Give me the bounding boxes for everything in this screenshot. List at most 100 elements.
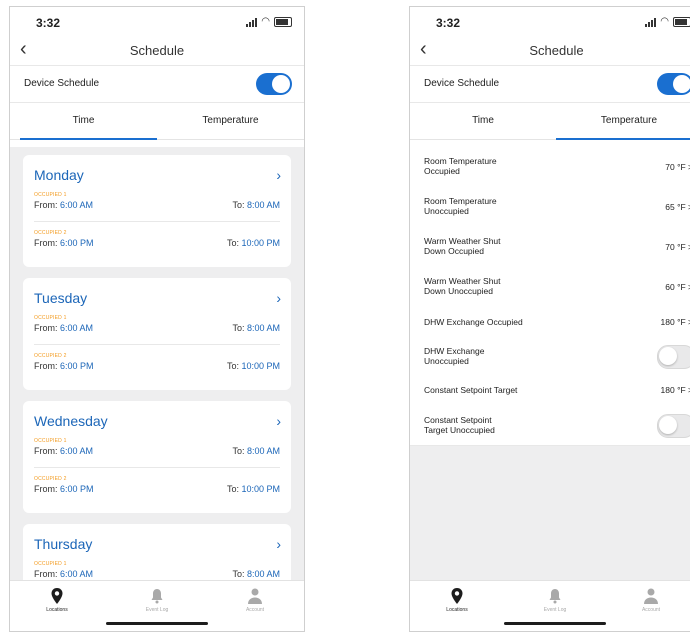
slot-label: OCCUPIED 1 (34, 192, 67, 198)
temp-row[interactable]: Room TemperatureUnoccupied 65 °F > (410, 187, 690, 228)
device-schedule-label: Device Schedule (24, 78, 100, 89)
slot-to: To: 8:00 AM (232, 200, 280, 210)
tab-event-log[interactable]: Event Log (520, 587, 590, 613)
day-card-monday[interactable]: Monday › OCCUPIED 1 From: 6:00 AM To: 8:… (23, 155, 291, 267)
device-schedule-toggle[interactable] (657, 73, 690, 95)
bottom-tab-bar: Locations Event Log Account (410, 580, 690, 631)
tab-time[interactable]: Time (10, 115, 157, 126)
page-title: Schedule (529, 43, 584, 58)
day-title: Monday (34, 167, 84, 183)
device-schedule-label: Device Schedule (424, 78, 500, 89)
temp-row-value: 70 °F > (665, 162, 690, 172)
location-pin-icon (451, 588, 463, 604)
wifi-icon: ◠ (660, 16, 669, 27)
slot-from: From: 6:00 AM (34, 569, 94, 579)
temp-row[interactable]: Warm Weather ShutDown Unoccupied 60 °F > (410, 267, 690, 308)
location-pin-icon (51, 588, 63, 604)
slot-to: To: 10:00 PM (226, 238, 280, 248)
tab-bar-top: Time Temperature (410, 103, 690, 140)
temp-row-label: DHW Exchange Unoccupied (424, 346, 485, 366)
battery-icon (673, 17, 690, 27)
page-title: Schedule (129, 43, 185, 58)
person-icon (248, 588, 262, 604)
temp-row: DHW Exchange Unoccupied (410, 337, 690, 376)
day-title: Thursday (34, 536, 93, 552)
tab-locations[interactable]: Locations (422, 587, 492, 613)
slot-label: OCCUPIED 2 (34, 353, 67, 359)
day-title: Wednesday (34, 413, 108, 429)
slot-to: To: 10:00 PM (226, 361, 280, 371)
chevron-right-icon[interactable]: › (276, 290, 281, 306)
temp-row[interactable]: Constant Setpoint Target 180 °F > (410, 375, 690, 406)
slot-from: From: 6:00 PM (34, 238, 94, 248)
schedule-list: Monday › OCCUPIED 1 From: 6:00 AM To: 8:… (10, 147, 304, 581)
status-icons: ◠ (645, 17, 690, 27)
day-card-tuesday[interactable]: Tuesday › OCCUPIED 1 From: 6:00 AM To: 8… (23, 278, 291, 390)
dhw-exchange-unoccupied-toggle[interactable] (657, 345, 690, 369)
device-schedule-row: Device Schedule (10, 66, 304, 103)
temp-row-label: Room Temperature Unoccupied (424, 196, 497, 216)
temp-row-label: Warm Weather Shut Down Unoccupied (424, 276, 501, 296)
slot-label: OCCUPIED 2 (34, 230, 67, 236)
schedule-slot[interactable]: OCCUPIED 1 From: 6:00 AM To: 8:00 AM (34, 561, 280, 581)
wifi-icon: ◠ (261, 16, 270, 27)
divider (34, 221, 280, 222)
slot-to: To: 8:00 AM (232, 569, 280, 579)
person-icon (644, 588, 658, 604)
schedule-slot[interactable]: OCCUPIED 2 From: 6:00 PM To: 10:00 PM (34, 353, 280, 387)
temp-row-label: Constant Setpoint Target Unoccupied (424, 415, 495, 435)
temp-row-label: Room Temperature Occupied (424, 156, 497, 176)
slot-label: OCCUPIED 1 (34, 315, 67, 321)
slot-to: To: 8:00 AM (232, 446, 280, 456)
bell-icon (151, 589, 163, 604)
tab-locations[interactable]: Locations (22, 587, 92, 613)
device-schedule-toggle[interactable] (256, 73, 292, 95)
temp-row-value: 60 °F > (665, 282, 690, 292)
slot-label: OCCUPIED 1 (34, 438, 67, 444)
home-indicator (504, 622, 606, 625)
slot-label: OCCUPIED 2 (34, 476, 67, 482)
tab-label: Account (641, 607, 661, 613)
slot-to: To: 8:00 AM (232, 323, 280, 333)
device-schedule-row: Device Schedule (410, 66, 690, 103)
chevron-right-icon[interactable]: › (276, 413, 281, 429)
temp-row[interactable]: DHW Exchange Occupied 180 °F > (410, 307, 690, 338)
status-icons: ◠ (246, 17, 292, 27)
divider (34, 344, 280, 345)
tab-time[interactable]: Time (410, 115, 556, 126)
schedule-slot[interactable]: OCCUPIED 2 From: 6:00 PM To: 10:00 PM (34, 476, 280, 510)
bottom-tab-bar: Locations Event Log Account (10, 580, 304, 631)
slot-label: OCCUPIED 1 (34, 561, 67, 567)
temp-row-value: 180 °F > (660, 317, 690, 327)
temp-row-label: Constant Setpoint Target (424, 385, 518, 395)
chevron-right-icon[interactable]: › (276, 167, 281, 183)
temp-row: Constant Setpoint Target Unoccupied (410, 405, 690, 446)
status-bar: 3:32 ◠ (410, 7, 690, 37)
temp-row-label: DHW Exchange Occupied (424, 317, 523, 327)
tab-account[interactable]: Account (616, 587, 686, 613)
tab-bar-top: Time Temperature (10, 103, 304, 140)
tab-event-log[interactable]: Event Log (122, 587, 192, 613)
temperature-list: Room TemperatureOccupied 70 °F > Room Te… (410, 147, 690, 581)
status-bar: 3:32 ◠ (10, 7, 304, 37)
phone-screen-time-tab: 3:32 ◠ ‹ Schedule Device Schedule Time T… (9, 6, 305, 632)
chevron-right-icon[interactable]: › (276, 536, 281, 552)
day-card-thursday[interactable]: Thursday › OCCUPIED 1 From: 6:00 AM To: … (23, 524, 291, 581)
schedule-slot[interactable]: OCCUPIED 2 From: 6:00 PM To: 10:00 PM (34, 230, 280, 264)
temp-row-value: 180 °F > (660, 385, 690, 395)
tab-account[interactable]: Account (220, 587, 290, 613)
status-time: 3:32 (36, 16, 61, 30)
temp-row[interactable]: Warm Weather ShutDown Occupied 70 °F > (410, 227, 690, 268)
tab-temperature[interactable]: Temperature (556, 115, 690, 126)
temp-row[interactable]: Room TemperatureOccupied 70 °F > (410, 147, 690, 188)
slot-from: From: 6:00 PM (34, 484, 94, 494)
constant-setpoint-unoccupied-toggle[interactable] (657, 414, 690, 438)
bell-icon (549, 589, 561, 604)
tab-label: Event Log (543, 607, 567, 613)
temp-row-label: Warm Weather Shut Down Occupied (424, 236, 501, 256)
home-indicator (106, 622, 208, 625)
tab-temperature[interactable]: Temperature (157, 115, 304, 126)
day-card-wednesday[interactable]: Wednesday › OCCUPIED 1 From: 6:00 AM To:… (23, 401, 291, 513)
nav-bar: ‹ Schedule (10, 37, 304, 66)
day-title: Tuesday (34, 290, 88, 306)
